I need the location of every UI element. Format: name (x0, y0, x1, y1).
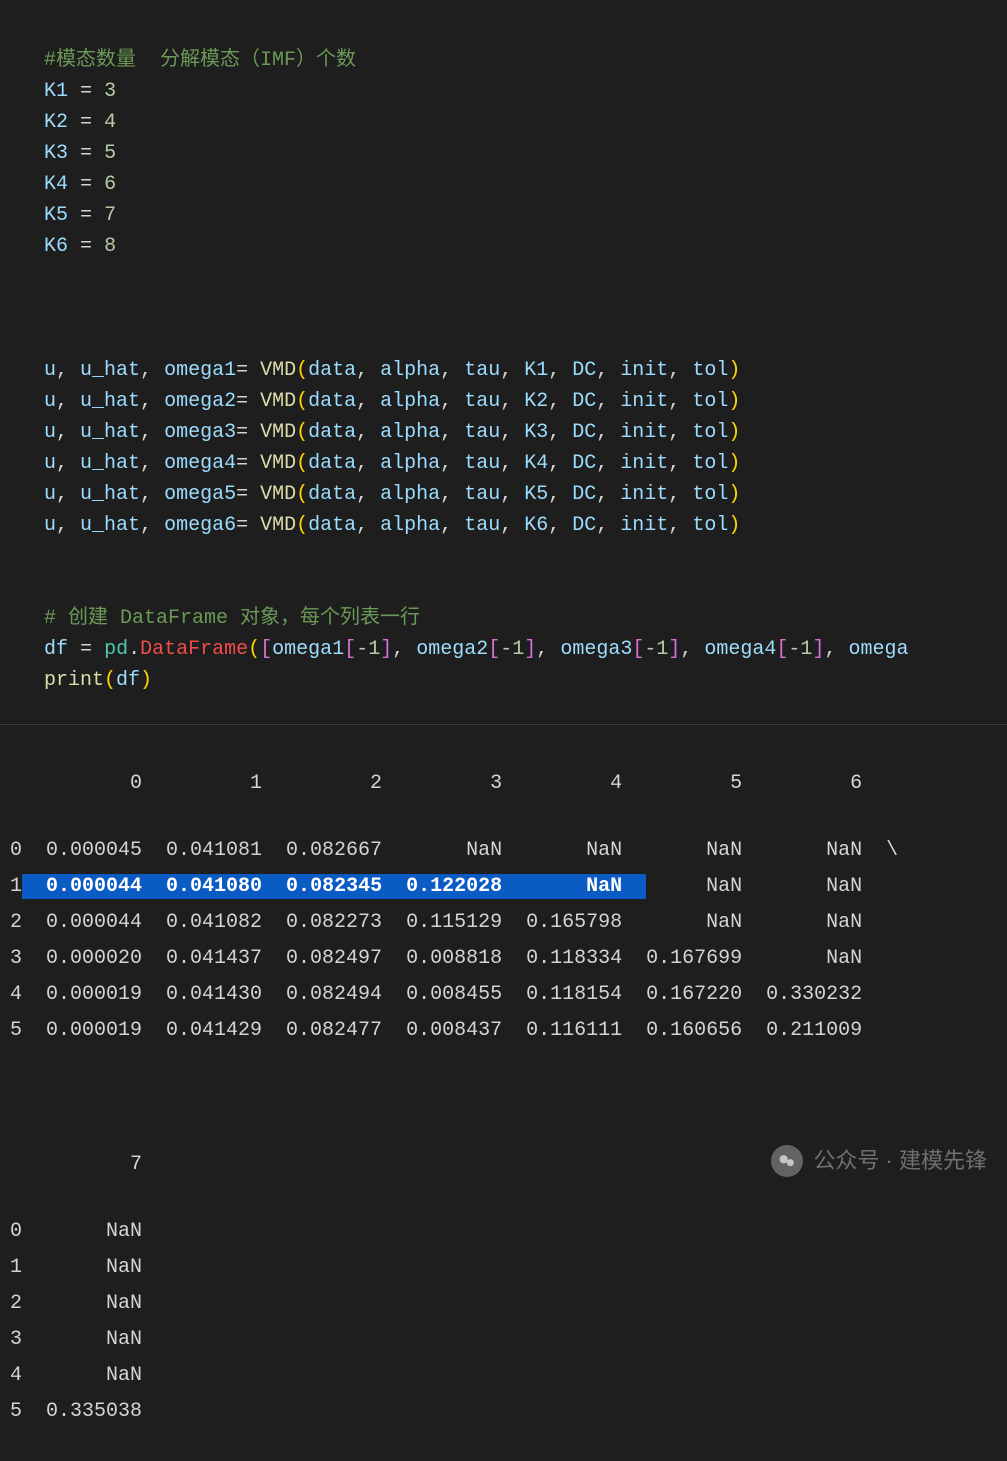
assign-block: K1 = 3 K2 = 4 K3 = 5 K4 = 6 K5 = 7 K6 = … (44, 76, 1007, 262)
df-line: df = pd.DataFrame([omega1[-1], omega2[-1… (44, 638, 908, 661)
table-row: 1 0.000044 0.041080 0.082345 0.122028 Na… (10, 869, 1007, 905)
table-row: 2 0.000044 0.041082 0.082273 0.115129 0.… (10, 905, 1007, 941)
code-comment: #模态数量 分解模态（IMF）个数 (44, 49, 356, 72)
table-row: 1 NaN (10, 1250, 1007, 1286)
table-row: 4 NaN (10, 1358, 1007, 1394)
output-area[interactable]: 0 1 2 3 4 5 6 0 0.000045 0.041081 0.0826… (0, 725, 1007, 1461)
table-row: 5 0.335038 (10, 1394, 1007, 1430)
vmd-block: u, u_hat, omega1= VMD(data, alpha, tau, … (44, 355, 1007, 541)
watermark: 公众号 · 建模先锋 (771, 1144, 987, 1178)
output-header: 0 1 2 3 4 5 6 (10, 766, 1007, 802)
table-row: 0 NaN (10, 1214, 1007, 1250)
table-row: 4 0.000019 0.041430 0.082494 0.008455 0.… (10, 977, 1007, 1013)
print-line: print(df) (44, 669, 152, 692)
wechat-icon (771, 1145, 803, 1177)
table-row: 3 0.000020 0.041437 0.082497 0.008818 0.… (10, 941, 1007, 977)
code-comment: # 创建 DataFrame 对象，每个列表一行 (44, 607, 420, 630)
output-blank (10, 1080, 1007, 1116)
table-row: 3 NaN (10, 1322, 1007, 1358)
table-row: 5 0.000019 0.041429 0.082477 0.008437 0.… (10, 1013, 1007, 1049)
table-row: 0 0.000045 0.041081 0.082667 NaN NaN NaN… (10, 833, 1007, 869)
watermark-text: 公众号 · 建模先锋 (813, 1144, 987, 1178)
code-editor[interactable]: #模态数量 分解模态（IMF）个数 K1 = 3 K2 = 4 K3 = 5 K… (0, 0, 1007, 724)
table-row: 2 NaN (10, 1286, 1007, 1322)
